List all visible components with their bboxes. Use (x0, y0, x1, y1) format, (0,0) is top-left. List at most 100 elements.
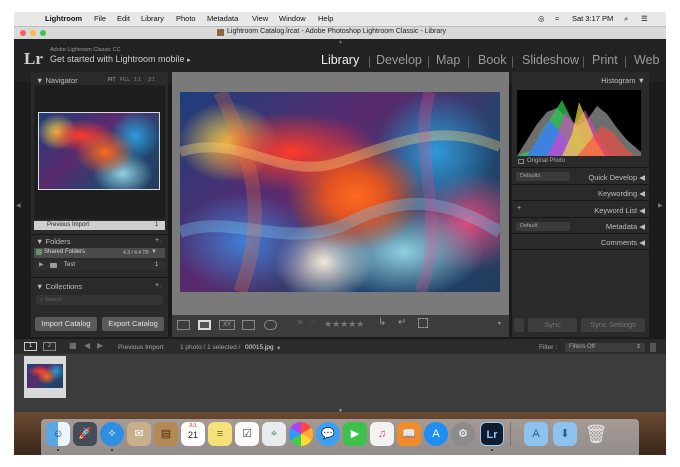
navigator-thumbnail[interactable] (38, 112, 160, 190)
sync-settings-button[interactable]: Sync Settings (581, 318, 645, 332)
filename-menu-icon[interactable]: ▾ (277, 344, 280, 352)
flag-pick-icon[interactable]: ⚑ (296, 318, 304, 329)
applications-folder-icon[interactable]: A (524, 422, 548, 446)
collections-header[interactable]: ▼ Collections (36, 282, 82, 291)
flag-reject-icon[interactable]: ⚐ (308, 318, 316, 329)
zoom-3-1[interactable]: 3:1 (148, 77, 155, 83)
collections-search-field[interactable]: ⌕ Search (36, 295, 163, 305)
filmstrip-source[interactable]: Previous Import (118, 344, 164, 351)
quick-develop-header[interactable]: Quick Develop ◀ (574, 173, 645, 182)
notification-center-icon[interactable]: ☰ (641, 14, 648, 23)
wifi-icon[interactable]: ≈ (555, 14, 559, 23)
main-photo[interactable] (180, 92, 500, 292)
forward-arrow-icon[interactable]: ▶ (97, 341, 103, 350)
rotate-left-icon[interactable]: ↳ (378, 317, 386, 328)
filter-select[interactable]: Filters Off ⇕ (565, 343, 645, 352)
keywording-header[interactable]: Keywording ◀ (574, 189, 645, 198)
selected-filename[interactable]: 00015.jpg (245, 344, 274, 351)
back-arrow-icon[interactable]: ◀ (84, 341, 90, 350)
reminders-icon[interactable]: ☑ (235, 422, 259, 446)
grid-view-icon[interactable] (177, 320, 190, 330)
filter-lock-icon[interactable] (650, 343, 656, 352)
left-panel-toggle-icon[interactable]: ◀ (16, 202, 21, 209)
module-print[interactable]: Print (592, 53, 618, 67)
menu-metadata[interactable]: Metadata (207, 14, 238, 23)
trash-icon[interactable]: 🗑 (584, 422, 608, 446)
loupe-view-icon[interactable] (198, 320, 211, 330)
menu-file[interactable]: File (94, 14, 106, 23)
menu-clock[interactable]: Sat 3:17 PM (572, 14, 613, 23)
maps-icon[interactable]: ⌖ (262, 422, 286, 446)
notes-icon[interactable]: ≡ (208, 422, 232, 446)
zoom-fit[interactable]: FIT (108, 77, 116, 83)
module-book[interactable]: Book (478, 53, 507, 67)
mail-icon[interactable]: ✉ (127, 422, 151, 446)
histogram[interactable] (517, 90, 641, 156)
crop-overlay-icon[interactable] (418, 318, 428, 328)
filmstrip-thumbnail[interactable] (27, 364, 63, 388)
menu-help[interactable]: Help (318, 14, 333, 23)
top-panel-toggle-icon[interactable]: ▲ (338, 39, 343, 45)
menu-app-name[interactable]: Lightroom (45, 14, 82, 23)
add-folder-button[interactable]: +. (155, 237, 161, 244)
grid-icon[interactable]: ▦ (69, 341, 77, 350)
mobile-promo-link[interactable]: Get started with Lightroom mobile ▸ (50, 54, 191, 64)
menu-window[interactable]: Window (279, 14, 306, 23)
quick-develop-preset-select[interactable]: Defaults (516, 172, 570, 181)
metadata-header[interactable]: Metadata ◀ (574, 222, 645, 231)
comments-header[interactable]: Comments ◀ (574, 238, 645, 247)
music-icon[interactable]: ♫ (370, 422, 394, 446)
secondary-window-screen-button[interactable]: 2 (43, 342, 56, 351)
add-keyword-button[interactable]: + (517, 205, 521, 212)
menu-edit[interactable]: Edit (117, 14, 130, 23)
close-window-button[interactable] (20, 30, 26, 36)
survey-view-icon[interactable] (242, 320, 255, 330)
add-collection-button[interactable]: +. (155, 282, 161, 289)
star-rating[interactable]: ★★★★★ (324, 319, 364, 330)
metadata-preset-select[interactable]: Default (516, 222, 570, 231)
auto-sync-toggle[interactable] (514, 318, 524, 332)
finder-icon[interactable]: ☺ (46, 422, 70, 446)
sync-button[interactable]: Sync (528, 318, 577, 332)
facetime-icon[interactable]: ▶ (343, 422, 367, 446)
toolbar-menu-icon[interactable]: ▾ (498, 320, 501, 327)
books-icon[interactable]: 📖 (397, 422, 421, 446)
right-panel-toggle-icon[interactable]: ▶ (658, 202, 663, 209)
keyword-list-header[interactable]: Keyword List ◀ (574, 206, 645, 215)
module-develop[interactable]: Develop (376, 53, 422, 67)
module-slideshow[interactable]: Slideshow (522, 53, 579, 67)
cast-icon[interactable]: ◎ (538, 14, 545, 23)
messages-icon[interactable]: 💬 (316, 422, 340, 446)
zoom-window-button[interactable] (40, 30, 46, 36)
menu-view[interactable]: View (252, 14, 268, 23)
navigator-header[interactable]: ▼ Navigator (36, 76, 78, 85)
histogram-header[interactable]: Histogram ▼ (574, 76, 645, 85)
module-web[interactable]: Web (634, 53, 659, 67)
import-catalog-button[interactable]: Import Catalog (35, 317, 97, 331)
spotlight-icon[interactable]: ⌕ (624, 14, 628, 24)
module-map[interactable]: Map (436, 53, 460, 67)
menu-photo[interactable]: Photo (176, 14, 196, 23)
zoom-fill[interactable]: FILL (120, 77, 130, 83)
safari-icon[interactable]: ✧ (100, 422, 124, 446)
minimize-window-button[interactable] (30, 30, 36, 36)
contacts-icon[interactable]: ▤ (154, 422, 178, 446)
main-window-screen-button[interactable]: 1 (24, 342, 37, 351)
photos-icon[interactable] (289, 422, 313, 446)
folder-expand-icon[interactable]: ▶ (39, 261, 44, 268)
compare-view-icon[interactable]: XY (219, 320, 235, 330)
module-library[interactable]: Library (321, 53, 359, 67)
calendar-icon[interactable]: JUL 21 (181, 422, 205, 446)
system-preferences-icon[interactable]: ⚙ (451, 422, 475, 446)
app-store-icon[interactable]: A (424, 422, 448, 446)
rotate-right-icon[interactable]: ↵ (398, 317, 406, 328)
people-view-icon[interactable] (264, 320, 277, 330)
volume-collapse-icon[interactable]: ▼ (151, 249, 157, 255)
lightroom-dock-icon[interactable]: Lr (480, 422, 504, 446)
folders-header[interactable]: ▼ Folders (36, 237, 71, 246)
launchpad-icon[interactable]: 🚀 (73, 422, 97, 446)
menu-library[interactable]: Library (141, 14, 164, 23)
zoom-1-1[interactable]: 1:1 (134, 77, 141, 83)
export-catalog-button[interactable]: Export Catalog (102, 317, 164, 331)
downloads-folder-icon[interactable]: ⬇ (553, 422, 577, 446)
